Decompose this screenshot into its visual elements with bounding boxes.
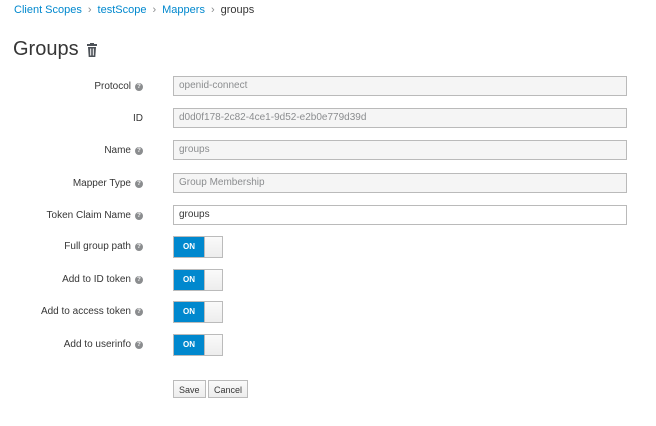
breadcrumb-current: groups [220, 4, 255, 16]
breadcrumb: Client Scopes › testScope › Mappers › gr… [14, 4, 254, 16]
full-group-path-label: Full group path? [64, 241, 143, 252]
save-button[interactable]: Save [173, 380, 206, 398]
id-field: d0d0f178-2c82-4ce1-9d52-e2b0e779d39d [173, 108, 627, 128]
toggle-handle[interactable] [204, 270, 222, 290]
toggle-handle[interactable] [204, 237, 222, 257]
name-field: groups [173, 140, 627, 160]
add-to-id-token-label-text: Add to ID token [62, 274, 131, 285]
add-to-access-token-toggle[interactable]: ON [173, 301, 223, 323]
name-label: Name? [104, 145, 143, 156]
mapper-type-label: Mapper Type? [73, 178, 143, 189]
breadcrumb-client-scopes[interactable]: Client Scopes [14, 4, 82, 16]
help-icon[interactable]: ? [135, 146, 143, 155]
help-icon[interactable]: ? [135, 340, 143, 349]
token-claim-name-row: Token Claim Name? groups [0, 205, 656, 227]
breadcrumb-test-scope[interactable]: testScope [98, 4, 147, 16]
help-icon[interactable]: ? [135, 179, 143, 188]
token-claim-name-label-text: Token Claim Name [46, 210, 131, 221]
name-row: Name? groups [0, 140, 656, 162]
add-to-userinfo-row: Add to userinfo? ON [0, 334, 656, 356]
breadcrumb-mappers[interactable]: Mappers [162, 4, 205, 16]
protocol-field: openid-connect [173, 76, 627, 96]
token-claim-name-input[interactable]: groups [173, 205, 627, 225]
help-icon[interactable]: ? [135, 82, 143, 91]
toggle-handle[interactable] [204, 335, 222, 355]
add-to-userinfo-label-text: Add to userinfo [63, 339, 131, 350]
page-title: Groups [13, 38, 79, 60]
name-label-text: Name [104, 145, 131, 156]
full-group-path-toggle[interactable]: ON [173, 236, 223, 258]
add-to-userinfo-label: Add to userinfo? [64, 339, 143, 350]
mapper-type-row: Mapper Type? Group Membership [0, 173, 656, 195]
toggle-handle[interactable] [204, 302, 222, 322]
help-icon[interactable]: ? [135, 275, 143, 284]
protocol-label: Protocol? [94, 81, 143, 92]
id-row: ID d0d0f178-2c82-4ce1-9d52-e2b0e779d39d [0, 108, 656, 130]
full-group-path-label-text: Full group path [64, 241, 131, 252]
token-claim-name-label: Token Claim Name? [47, 210, 143, 221]
help-icon[interactable]: ? [135, 242, 143, 251]
add-to-access-token-label-text: Add to access token [40, 306, 131, 317]
mapper-type-field: Group Membership [173, 173, 627, 193]
add-to-access-token-label: Add to access token? [41, 306, 143, 317]
protocol-label-text: Protocol [94, 81, 131, 92]
add-to-userinfo-toggle[interactable]: ON [173, 334, 223, 356]
cancel-button[interactable]: Cancel [208, 380, 249, 398]
chevron-right-icon: › [210, 4, 215, 16]
toggle-on-label: ON [174, 237, 204, 257]
chevron-right-icon: › [152, 4, 157, 16]
mapper-type-label-text: Mapper Type [72, 178, 131, 189]
add-to-id-token-label: Add to ID token? [62, 274, 143, 285]
add-to-id-token-toggle[interactable]: ON [173, 269, 223, 291]
full-group-path-row: Full group path? ON [0, 236, 656, 258]
toggle-on-label: ON [174, 335, 204, 355]
help-icon[interactable]: ? [135, 307, 143, 316]
protocol-row: Protocol? openid-connect [0, 76, 656, 98]
title-row: Groups [13, 38, 98, 61]
help-icon[interactable]: ? [135, 211, 143, 220]
toggle-on-label: ON [174, 270, 204, 290]
chevron-right-icon: › [87, 4, 92, 16]
trash-icon[interactable] [86, 42, 98, 57]
add-to-access-token-row: Add to access token? ON [0, 301, 656, 323]
id-label-text: ID [133, 113, 143, 124]
id-label: ID [133, 113, 143, 124]
toggle-on-label: ON [174, 302, 204, 322]
add-to-id-token-row: Add to ID token? ON [0, 269, 656, 291]
